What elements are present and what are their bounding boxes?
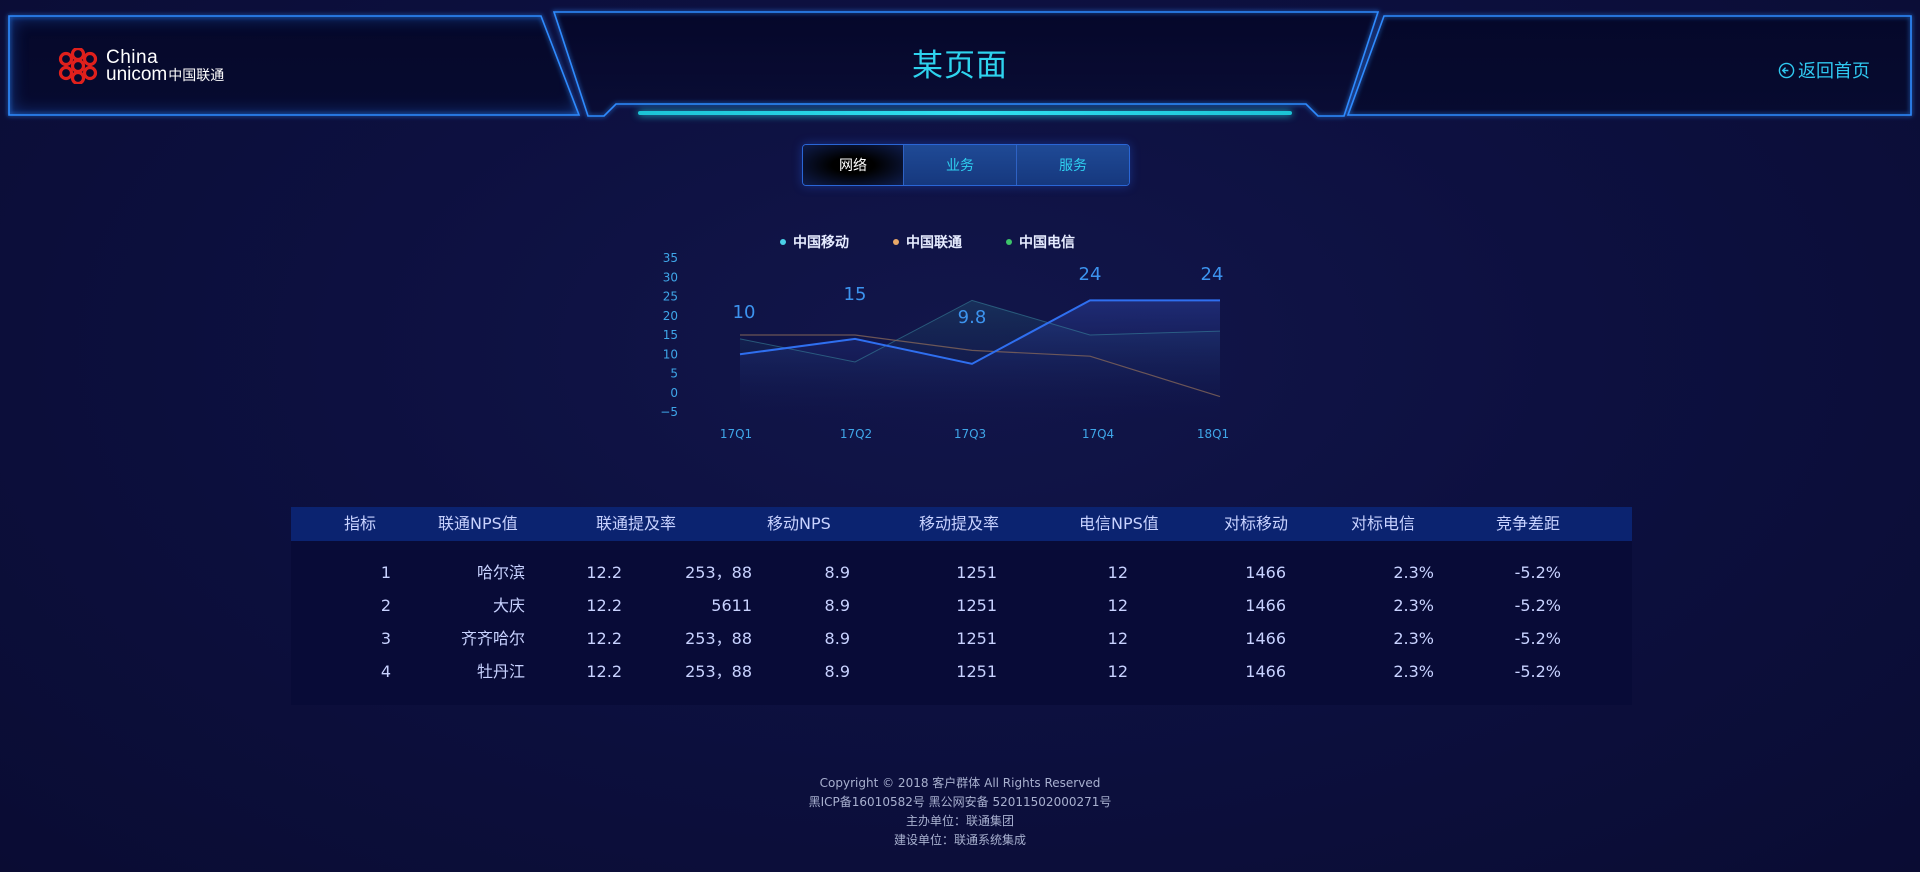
table-cell: 12 (1107, 596, 1128, 615)
table-cell: 12 (1107, 662, 1128, 681)
back-home-link[interactable]: 返回首页 (1778, 57, 1870, 83)
x-tick-label: 17Q2 (840, 427, 872, 441)
table-cell: 2.3% (1393, 662, 1434, 681)
back-arrow-circle-icon (1778, 62, 1795, 78)
table-header-cell: 对标移动 (1224, 514, 1289, 533)
table-cell: 1466 (1245, 662, 1286, 681)
table-cell: 1251 (956, 629, 997, 648)
footer-builder: 建设单位：联通系统集成 (893, 833, 1026, 847)
table-header-cell: 联通提及率 (596, 514, 677, 533)
table-cell: 12 (1107, 629, 1128, 648)
table-cell: -5.2% (1514, 596, 1561, 615)
table-cell: 1466 (1245, 629, 1286, 648)
tab-business[interactable]: 业务 (903, 145, 1016, 185)
table-cell: 8.9 (824, 662, 850, 681)
y-tick-label: −5 (660, 405, 678, 419)
table-header-cell: 联通NPS值 (438, 514, 518, 533)
table-cell: 1251 (956, 563, 997, 582)
data-label: 9.8 (958, 307, 987, 328)
tab-bar: 网络 业务 服务 (802, 144, 1130, 186)
table-cell: 8.9 (824, 563, 850, 582)
data-label: 24 (1079, 264, 1102, 285)
y-tick-label: 0 (670, 386, 678, 400)
y-tick-label: 25 (663, 290, 678, 304)
table-header-cell: 指标 (344, 514, 377, 533)
table-cell: 8.9 (824, 596, 850, 615)
y-tick-label: 5 (670, 367, 678, 381)
back-home-label: 返回首页 (1798, 61, 1870, 82)
page-title: 某页面 (912, 48, 1008, 84)
footer-icp: 黑ICP备16010582号 黑公网安备 52011502000271号 (808, 795, 1112, 809)
y-tick-label: 15 (663, 328, 678, 342)
table-cell: 1466 (1245, 596, 1286, 615)
table-cell: 2 (380, 596, 391, 615)
tab-service[interactable]: 服务 (1016, 145, 1129, 185)
table-cell: -5.2% (1514, 662, 1561, 681)
table-header-cell: 电信NPS值 (1079, 514, 1159, 533)
y-tick-label: 20 (663, 309, 678, 323)
table-cell: 8.9 (824, 629, 850, 648)
table-cell: 2.3% (1393, 563, 1434, 582)
x-tick-label: 17Q4 (1082, 427, 1114, 441)
y-tick-label: 35 (663, 251, 678, 265)
table-cell: 2.3% (1393, 629, 1434, 648)
data-label: 10 (733, 302, 756, 323)
x-tick-label: 17Q1 (720, 427, 752, 441)
table-cell: -5.2% (1514, 563, 1561, 582)
data-label: 24 (1201, 264, 1224, 285)
footer-copyright: Copyright © 2018 客户群体 All Rights Reserve… (819, 776, 1101, 790)
table-cell: -5.2% (1514, 629, 1561, 648)
table-header-cell: 竞争差距 (1496, 514, 1561, 533)
y-tick-label: 30 (663, 270, 678, 284)
table-cell: 4 (380, 662, 391, 681)
table-cell: 12.2 (586, 596, 622, 615)
table-cell: 12.2 (586, 563, 622, 582)
table-cell: 12.2 (586, 629, 622, 648)
table-cell: 12.2 (586, 662, 622, 681)
title-underline-bar (638, 111, 1292, 115)
data-label: 15 (844, 284, 867, 305)
x-tick-label: 17Q3 (954, 427, 986, 441)
table-header-cell: 对标电信 (1351, 514, 1416, 533)
table-header-cell: 移动NPS (767, 514, 831, 533)
x-tick-label: 18Q1 (1197, 427, 1229, 441)
y-tick-label: 10 (663, 347, 678, 361)
line-chart: 35 30 25 20 15 10 5 0 −5 17Q1 17Q2 17Q3 17Q4 18Q1 10 15… (660, 251, 1229, 441)
table-cell: 1466 (1245, 563, 1286, 582)
table-cell: 1251 (956, 662, 997, 681)
table-cell: 2.3% (1393, 596, 1434, 615)
table-header-cell: 移动提及率 (919, 514, 1000, 533)
table-cell: 1 (380, 563, 391, 582)
footer: Copyright © 2018 客户群体 All Rights Reserve… (0, 774, 1920, 850)
table-cell: 3 (380, 629, 391, 648)
tab-network[interactable]: 网络 (803, 145, 903, 185)
table-cell: 1251 (956, 596, 997, 615)
table-cell: 12 (1107, 563, 1128, 582)
footer-host: 主办单位：联通集团 (905, 814, 1014, 828)
